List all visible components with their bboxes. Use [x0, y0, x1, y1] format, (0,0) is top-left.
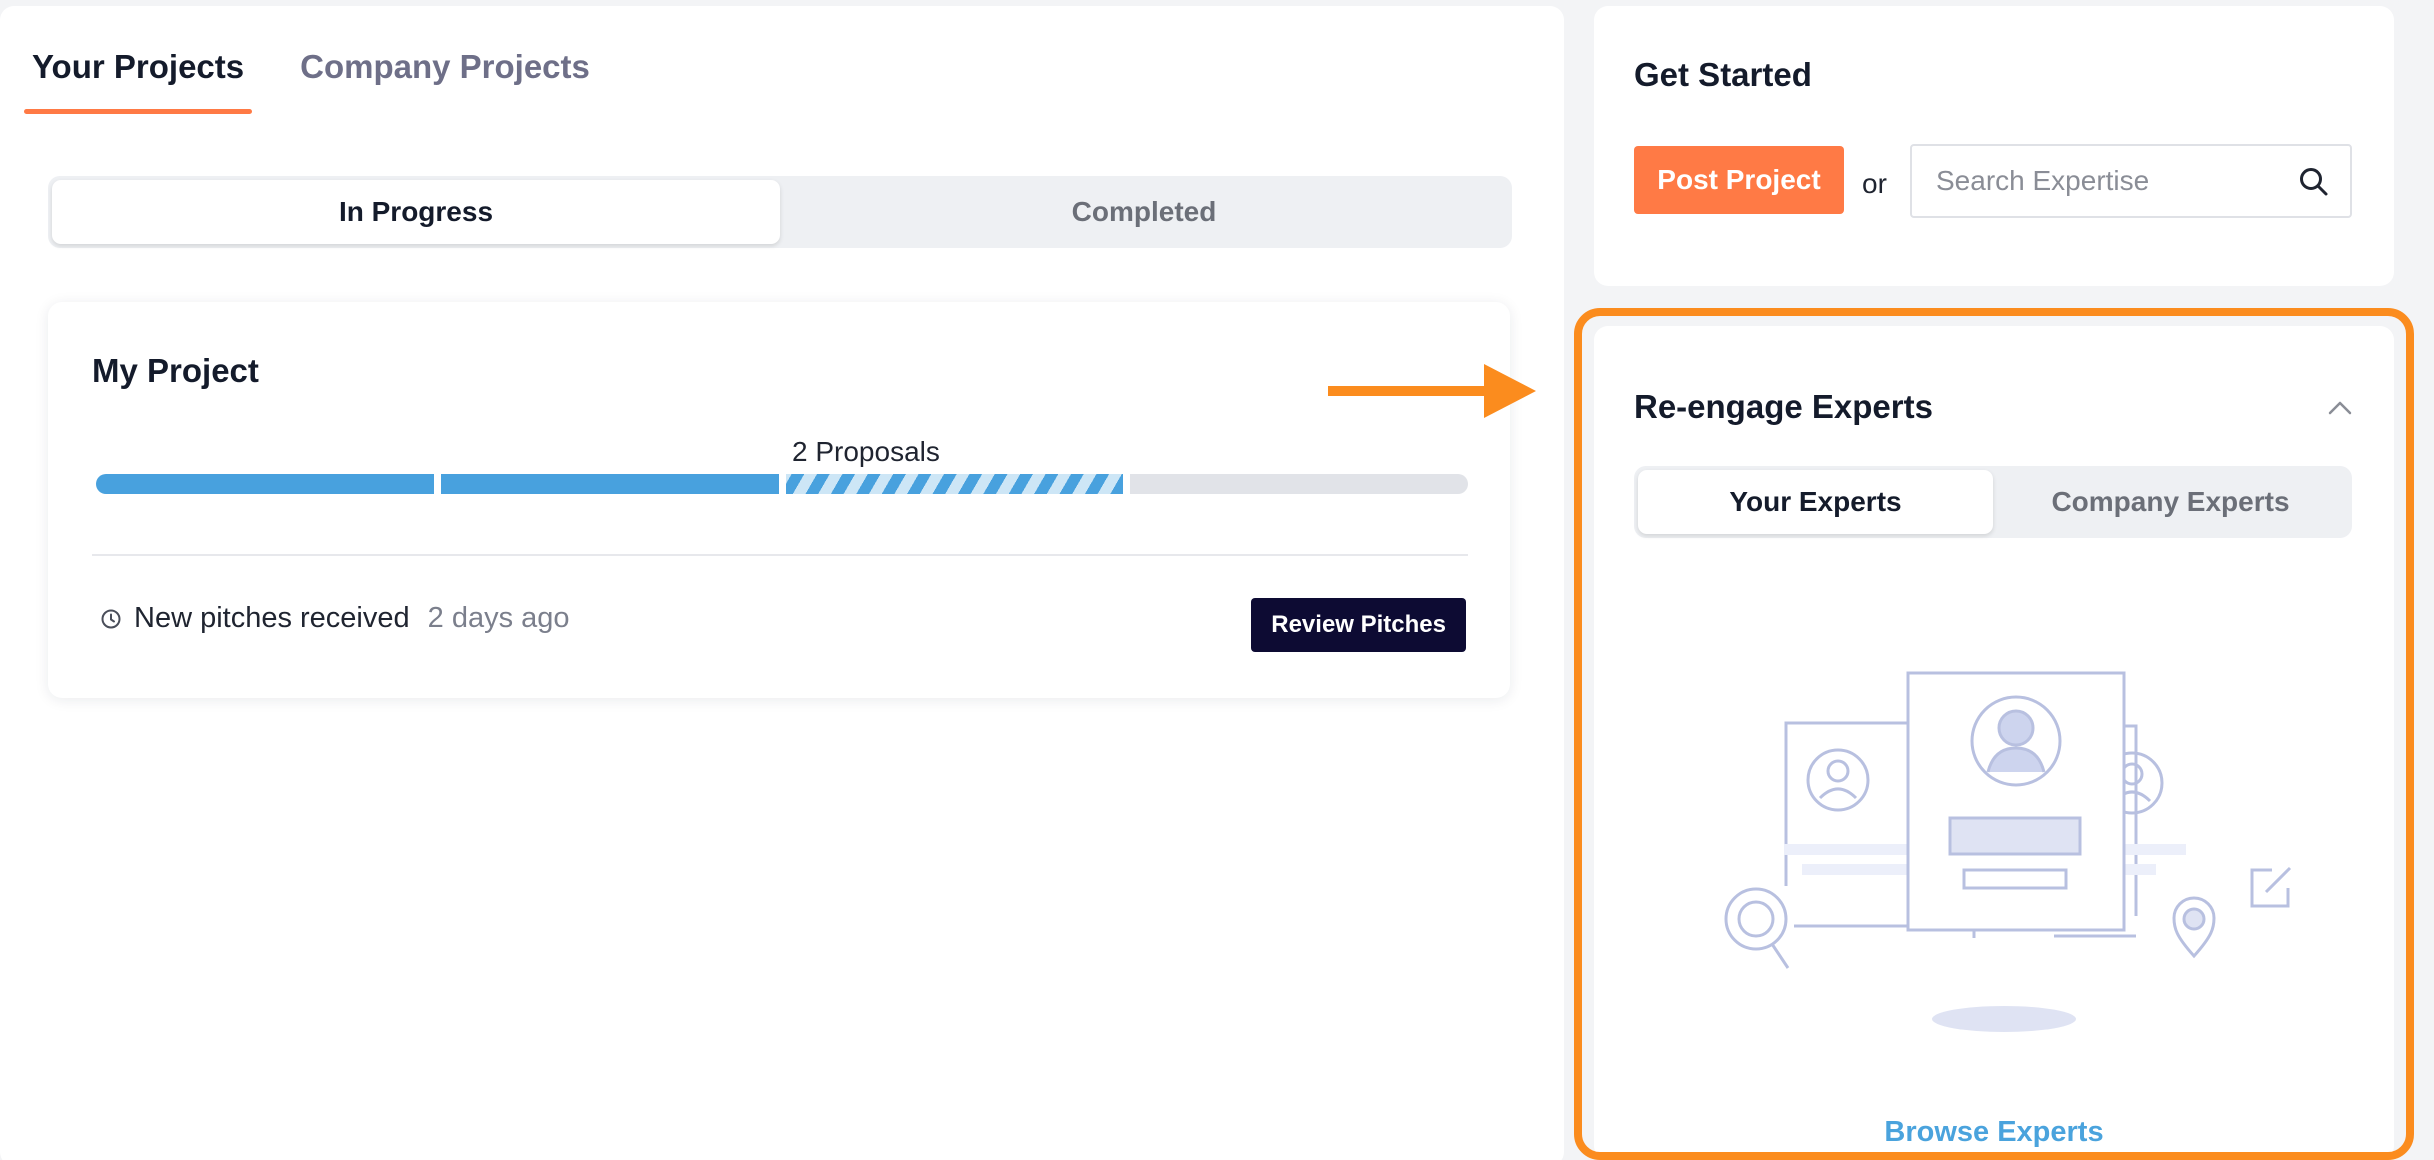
status-time: 2 days ago — [427, 602, 570, 634]
segment-in-progress[interactable]: In Progress — [52, 180, 780, 244]
search-expertise-box — [1910, 144, 2352, 218]
get-started-card: Get Started Post Project or — [1594, 6, 2394, 286]
progress-segment-3 — [785, 474, 1124, 494]
arrow-right-icon — [1328, 364, 1536, 418]
browse-experts-link[interactable]: Browse Experts — [1594, 1116, 2394, 1149]
or-separator: or — [1862, 168, 1887, 199]
search-icon[interactable] — [2298, 166, 2330, 198]
progress-segment-1 — [96, 474, 434, 494]
projects-panel: Your Projects Company Projects In Progre… — [0, 6, 1564, 1160]
segment-your-experts[interactable]: Your Experts — [1638, 470, 1993, 534]
reengage-experts-card: Re-engage Experts Your Experts Company E… — [1594, 326, 2394, 1160]
app-root: Your Projects Company Projects In Progre… — [0, 0, 2434, 1160]
tab-your-projects[interactable]: Your Projects — [23, 48, 253, 114]
post-project-button[interactable]: Post Project — [1634, 146, 1844, 214]
edit-icon — [2250, 866, 2292, 908]
status-text: New pitches received — [134, 602, 410, 634]
segment-completed[interactable]: Completed — [780, 180, 1508, 244]
reengage-title: Re-engage Experts — [1634, 388, 1933, 425]
experts-illustration — [1724, 671, 2292, 1032]
clock-icon — [101, 609, 121, 628]
project-title: My Project — [92, 352, 259, 389]
progress-segment-2 — [440, 474, 779, 494]
progress-segment-4 — [1130, 474, 1468, 494]
get-started-title: Get Started — [1634, 56, 1812, 93]
review-pitches-button[interactable]: Review Pitches — [1251, 598, 1466, 652]
magnifier-icon — [1724, 887, 1790, 969]
location-pin-icon — [2172, 896, 2216, 959]
search-expertise-input[interactable] — [1912, 146, 2282, 216]
proposals-stage-label: 2 Proposals — [792, 436, 940, 467]
tab-company-projects[interactable]: Company Projects — [300, 48, 590, 114]
segment-company-experts[interactable]: Company Experts — [1993, 470, 2348, 534]
project-tabs: Your Projects Company Projects — [23, 48, 590, 114]
project-progress-bar — [96, 474, 1468, 494]
project-card[interactable]: My Project 2 Proposals New pitches recei… — [48, 302, 1510, 698]
card-divider — [92, 554, 1468, 556]
project-status-row: New pitches received 2 days ago — [100, 602, 570, 635]
chevron-up-icon[interactable] — [2320, 388, 2360, 428]
project-status-segment: In Progress Completed — [48, 176, 1512, 248]
experts-segment: Your Experts Company Experts — [1634, 466, 2352, 538]
